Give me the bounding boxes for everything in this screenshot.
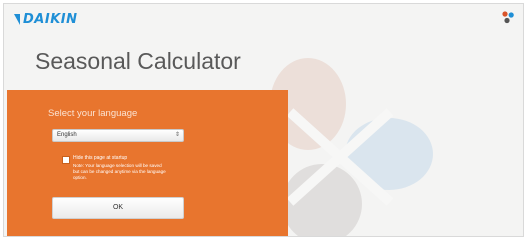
language-note: Note: Your language selection will be sa… — [73, 163, 166, 180]
hide-at-startup-label: Hide this page at startup — [73, 155, 128, 161]
daikin-logo: DAIKIN — [14, 12, 77, 27]
language-panel-heading: Select your language — [48, 108, 138, 119]
page-title: Seasonal Calculator — [35, 48, 241, 74]
app-window: DAIKIN Seasonal Calculator Select your l… — [3, 3, 524, 237]
language-select[interactable]: English ⇕ — [52, 129, 184, 142]
language-panel: Select your language English ⇕ Hide this… — [7, 90, 288, 236]
daikin-logo-text: DAIKIN — [23, 12, 78, 27]
hide-at-startup-checkbox[interactable] — [62, 156, 70, 164]
select-arrows-icon: ⇕ — [174, 132, 180, 138]
daikin-logo-mark-icon — [14, 14, 20, 25]
ok-button[interactable]: OK — [52, 197, 184, 219]
language-select-value: English — [57, 132, 77, 138]
daikin-flower-icon — [502, 11, 514, 24]
